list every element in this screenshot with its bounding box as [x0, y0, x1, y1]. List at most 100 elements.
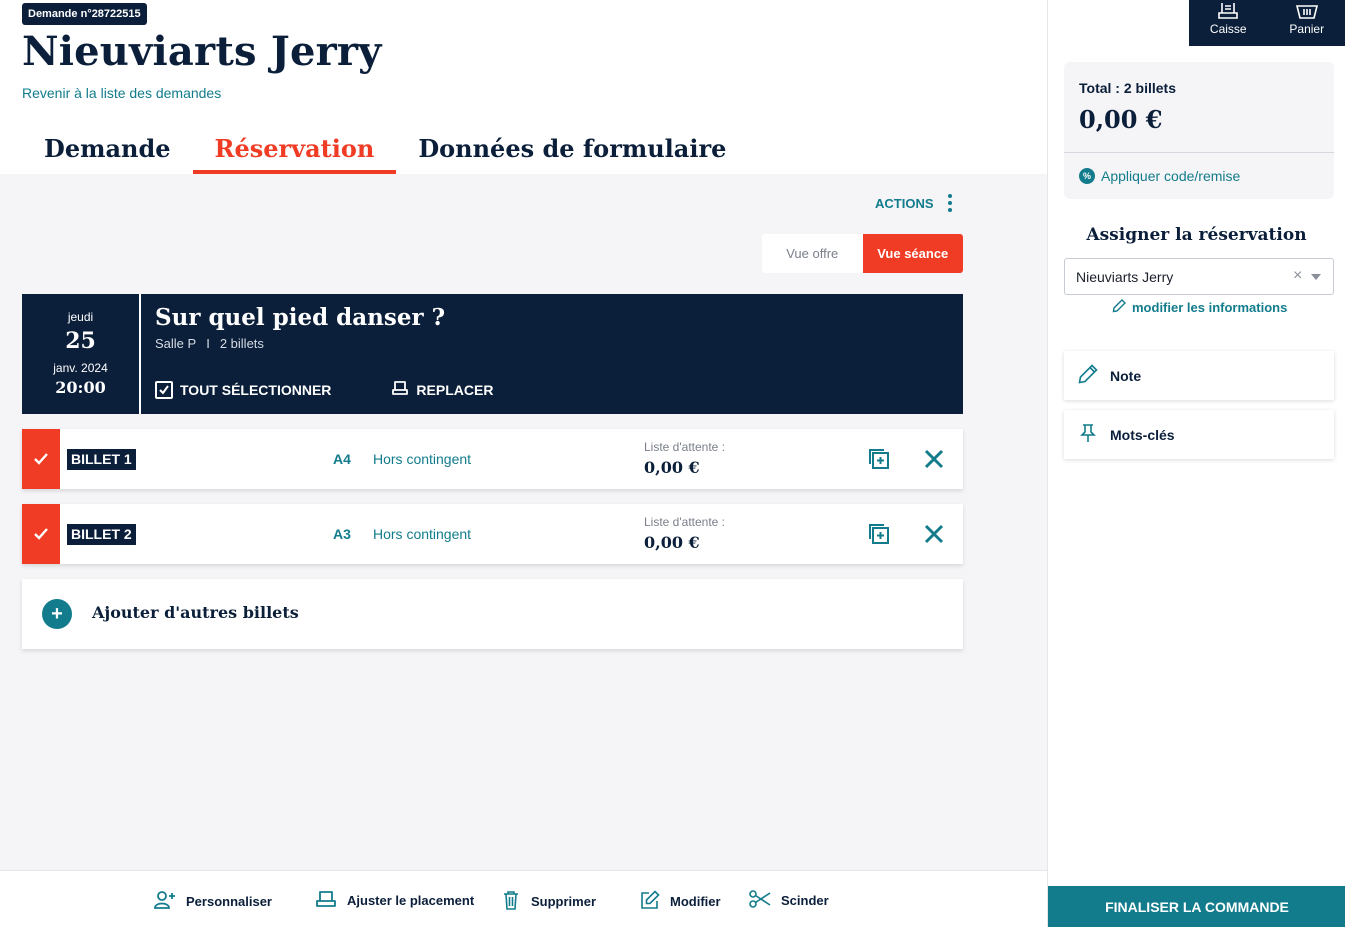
close-icon[interactable] [922, 522, 946, 546]
keywords-button[interactable]: Mots-clés [1064, 410, 1334, 459]
view-session-button[interactable]: Vue séance [862, 234, 963, 273]
clear-icon[interactable]: × [1293, 267, 1302, 285]
percent-icon: % [1079, 168, 1095, 184]
replace-label: REPLACER [416, 381, 494, 398]
ticket-waitlist-label: Liste d'attente : [644, 515, 726, 529]
seat-icon [391, 380, 409, 399]
total-label: Total : 2 billets [1079, 80, 1176, 96]
ticket-waitlist-label: Liste d'attente : [644, 440, 726, 454]
add-user-icon [154, 890, 176, 913]
basket-icon [1295, 3, 1319, 22]
check-icon [34, 528, 48, 540]
divider [1064, 152, 1334, 153]
cash-register-icon [1216, 3, 1240, 22]
ticket-label: BILLET 2 [67, 524, 136, 545]
tab-form-data[interactable]: Données de formulaire [396, 132, 748, 174]
ticket-row: BILLET 1 A4 Hors contingent Liste d'atte… [22, 429, 963, 489]
tab-reservation[interactable]: Réservation [192, 132, 397, 174]
cart-button[interactable]: Panier [1268, 0, 1345, 46]
pin-icon [1078, 423, 1098, 446]
total-summary: Total : 2 billets 0,00 € % Appliquer cod… [1064, 62, 1334, 199]
cart-label: Panier [1289, 22, 1325, 36]
show-actions: TOUT SÉLECTIONNER REPLACER [155, 380, 493, 399]
request-badge: Demande n°28722515 [22, 3, 147, 25]
split-label: Scinder [781, 893, 829, 908]
total-amount: 0,00 € [1079, 105, 1163, 134]
side-panel: Caisse Panier Total : 2 billets 0,00 € %… [1047, 0, 1345, 927]
tab-bar: Demande Réservation Données de formulair… [22, 132, 748, 174]
show-session-card: jeudi 25 janv. 2024 20:00 Sur quel pied … [22, 294, 963, 414]
delete-button[interactable]: Supprimer [501, 890, 596, 913]
plus-circle-icon: + [42, 599, 72, 629]
personalize-button[interactable]: Personnaliser [154, 890, 272, 913]
show-separator: I [206, 336, 210, 351]
apply-discount-label: Appliquer code/remise [1101, 168, 1241, 184]
modify-info-link[interactable]: modifier les informations [1112, 299, 1287, 316]
duplicate-icon[interactable] [867, 522, 891, 546]
main-area: Demande n°28722515 Nieuviarts Jerry Reve… [0, 0, 1047, 927]
actions-menu-button[interactable]: ACTIONS [875, 194, 958, 212]
session-month-year: janv. 2024 [53, 361, 108, 375]
select-all-button[interactable]: TOUT SÉLECTIONNER [155, 380, 331, 399]
finalize-order-button[interactable]: FINALISER LA COMMANDE [1048, 886, 1345, 927]
close-icon[interactable] [922, 447, 946, 471]
add-more-tickets-button[interactable]: + Ajouter d'autres billets [22, 579, 963, 649]
ticket-seat: A3 [333, 526, 351, 542]
personalize-label: Personnaliser [186, 894, 272, 909]
replace-button[interactable]: REPLACER [391, 380, 493, 399]
show-ticket-count: 2 billets [219, 336, 264, 351]
ticket-price: 0,00 € [644, 533, 700, 552]
checkbox-checked-icon [155, 380, 173, 399]
ticket-checkbox[interactable] [22, 504, 60, 564]
adjust-placement-button[interactable]: Ajuster le placement [315, 890, 474, 911]
caret-down-icon [1311, 274, 1321, 280]
edit-button[interactable]: Modifier [640, 890, 721, 913]
note-button[interactable]: Note [1064, 351, 1334, 400]
show-subtitle: Salle P I 2 billets [155, 336, 264, 351]
more-vertical-icon [942, 194, 958, 212]
assign-select-value: Nieuviarts Jerry [1076, 269, 1174, 285]
ticket-seat: A4 [333, 451, 351, 467]
session-day-name: jeudi [67, 310, 94, 324]
ticket-checkbox[interactable] [22, 429, 60, 489]
trash-icon [501, 890, 521, 913]
ticket-quota: Hors contingent [373, 526, 472, 542]
adjust-placement-label: Ajuster le placement [347, 893, 475, 908]
cash-register-label: Caisse [1209, 22, 1247, 36]
back-to-requests-link[interactable]: Revenir à la liste des demandes [22, 85, 221, 101]
actions-label: ACTIONS [875, 195, 934, 211]
select-all-label: TOUT SÉLECTIONNER [180, 381, 332, 398]
modify-info-label: modifier les informations [1132, 300, 1288, 315]
pencil-icon [1112, 299, 1126, 316]
ticket-row: BILLET 2 A3 Hors contingent Liste d'atte… [22, 504, 963, 564]
assign-title: Assigner la réservation [1086, 225, 1307, 245]
apply-discount-link[interactable]: % Appliquer code/remise [1079, 168, 1240, 184]
session-time: 20:00 [55, 378, 106, 397]
duplicate-icon[interactable] [867, 447, 891, 471]
top-nav: Caisse Panier [1189, 0, 1345, 46]
show-hall: Salle P [155, 336, 197, 351]
cash-register-button[interactable]: Caisse [1189, 0, 1268, 46]
page-title: Nieuviarts Jerry [22, 28, 382, 75]
delete-label: Supprimer [531, 894, 597, 909]
session-date: jeudi 25 janv. 2024 20:00 [22, 294, 141, 414]
view-toggle: Vue offre Vue séance [762, 234, 963, 273]
show-title: Sur quel pied danser ? [155, 304, 446, 331]
ticket-label: BILLET 1 [67, 449, 136, 470]
page-header: Demande n°28722515 Nieuviarts Jerry Reve… [0, 0, 1047, 174]
scissors-icon [749, 890, 771, 911]
split-button[interactable]: Scinder [749, 890, 829, 911]
add-more-tickets-label: Ajouter d'autres billets [92, 603, 299, 622]
ticket-quota: Hors contingent [373, 451, 472, 467]
seat-icon [315, 890, 337, 911]
session-day-number: 25 [65, 328, 96, 354]
ticket-price: 0,00 € [644, 458, 700, 477]
view-offer-button[interactable]: Vue offre [762, 234, 863, 273]
note-label: Note [1110, 367, 1142, 384]
assign-select[interactable]: Nieuviarts Jerry × [1064, 258, 1334, 295]
bottom-action-bar: Personnaliser Ajuster le placement Suppr… [0, 870, 1047, 927]
keywords-label: Mots-clés [1110, 426, 1175, 443]
check-icon [34, 453, 48, 465]
tab-demande[interactable]: Demande [22, 132, 193, 174]
edit-label: Modifier [670, 894, 721, 909]
